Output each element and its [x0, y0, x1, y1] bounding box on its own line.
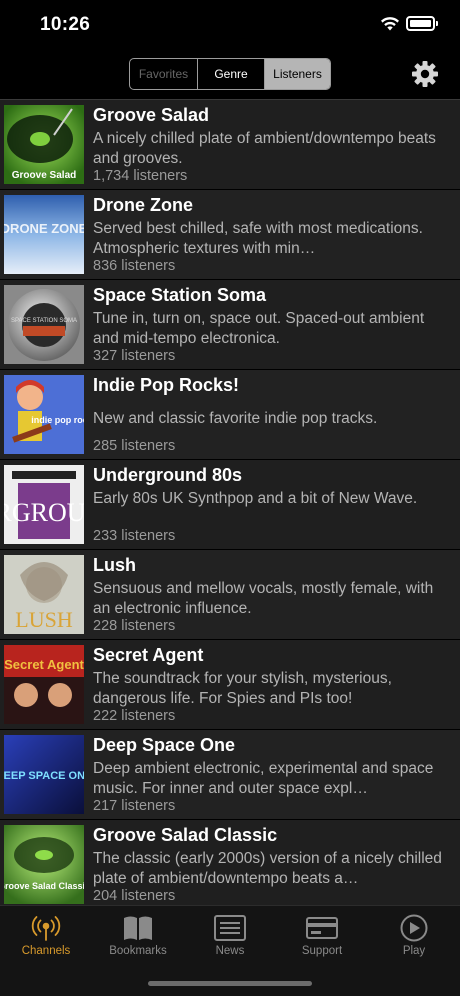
channel-row-space-station-soma[interactable]: SPACE STATION SOMA Space Station Soma Tu…: [0, 280, 460, 370]
art-text: DEEP SPACE ONE: [4, 770, 84, 782]
channel-row-underground-80s[interactable]: UNDERGROUND 80s Underground 80s Early 80…: [0, 460, 460, 550]
channel-description: New and classic favorite indie pop track…: [93, 410, 378, 427]
art-text: UNDERGROUND 80s: [4, 498, 84, 527]
status-bar: 10:26: [0, 0, 460, 50]
home-indicator: [148, 981, 312, 986]
tab-label: Play: [402, 945, 426, 957]
tab-label: News: [215, 945, 245, 957]
channel-title: Drone Zone: [93, 195, 194, 215]
art-text: Groove Salad: [12, 170, 76, 181]
channel-description: The classic (early 2000s) version of a n…: [93, 850, 442, 887]
channel-row-deep-space-one[interactable]: DEEP SPACE ONE Deep Space One Deep ambie…: [0, 730, 460, 820]
channel-art-lush: LUSH: [4, 555, 84, 634]
listener-count: 327 listeners: [93, 348, 176, 364]
segment-favorites[interactable]: Favorites: [130, 59, 198, 89]
channel-row-drone-zone[interactable]: DRONE ZONE Drone Zone Served best chille…: [0, 190, 460, 280]
art-text: SPACE STATION SOMA: [11, 318, 77, 324]
listener-count: 836 listeners: [93, 258, 176, 274]
channel-art-indie-pop-rocks: indie pop rocks!: [4, 375, 84, 454]
tab-support[interactable]: Support: [276, 906, 368, 966]
wifi-icon: [381, 17, 399, 31]
tab-play[interactable]: Play: [368, 906, 460, 966]
channel-row-groove-salad[interactable]: Groove Salad Groove Salad A nicely chill…: [0, 100, 460, 190]
channel-title: Underground 80s: [93, 465, 243, 485]
channel-title: Deep Space One: [93, 735, 236, 755]
listener-count: 204 listeners: [93, 888, 176, 904]
sort-segmented-control[interactable]: Favorites Genre Listeners: [129, 58, 331, 90]
channel-title: Groove Salad: [93, 105, 210, 125]
channel-row-indie-pop-rocks[interactable]: indie pop rocks! Indie Pop Rocks! New an…: [0, 370, 460, 460]
listener-count: 222 listeners: [93, 708, 176, 724]
tab-bookmarks[interactable]: Bookmarks: [92, 906, 184, 966]
channel-art-groove-salad-classic: Groove Salad Classic: [4, 825, 84, 904]
channel-description: Early 80s UK Synthpop and a bit of New W…: [93, 490, 418, 507]
channel-title: Indie Pop Rocks!: [93, 375, 240, 395]
art-text: Secret Agent: [4, 657, 84, 672]
segment-genre[interactable]: Genre: [198, 59, 265, 89]
art-text: indie pop rocks!: [31, 415, 84, 425]
credit-card-icon: [306, 917, 338, 939]
channel-title: Secret Agent: [93, 645, 204, 665]
channel-description: Deep ambient electronic, experimental an…: [93, 760, 434, 797]
listener-count: 1,734 listeners: [93, 168, 188, 184]
art-text: Groove Salad Classic: [4, 881, 84, 891]
listener-count: 217 listeners: [93, 798, 176, 814]
art-text: DRONE ZONE: [4, 221, 84, 236]
channel-art-underground-80s: UNDERGROUND 80s: [4, 465, 84, 544]
channel-art-space-station-soma: SPACE STATION SOMA: [4, 285, 84, 364]
channel-list[interactable]: Groove Salad Groove Salad A nicely chill…: [0, 99, 460, 905]
art-text: LUSH: [15, 607, 73, 632]
tab-news[interactable]: News: [184, 906, 276, 966]
listener-count: 233 listeners: [93, 528, 176, 544]
channel-art-groove-salad: Groove Salad: [4, 105, 84, 184]
channel-art-secret-agent: Secret Agent: [4, 645, 84, 724]
status-time: 10:26: [40, 14, 91, 35]
channel-row-secret-agent[interactable]: Secret Agent Secret Agent The soundtrack…: [0, 640, 460, 730]
channel-description: The soundtrack for your stylish, mysteri…: [93, 670, 392, 707]
channel-description: Served best chilled, safe with most medi…: [93, 220, 423, 257]
channel-row-groove-salad-classic[interactable]: Groove Salad Classic Groove Salad Classi…: [0, 820, 460, 905]
channel-title: Groove Salad Classic: [93, 825, 278, 845]
listener-count: 228 listeners: [93, 618, 176, 634]
channel-description: Tune in, turn on, space out. Spaced-out …: [93, 310, 425, 347]
book-icon: [124, 916, 152, 940]
channel-title: Space Station Soma: [93, 285, 267, 305]
channel-description: A nicely chilled plate of ambient/downte…: [93, 130, 436, 167]
newspaper-icon: [214, 915, 246, 941]
channel-row-lush[interactable]: LUSH Lush Sensuous and mellow vocals, mo…: [0, 550, 460, 640]
channel-art-deep-space-one: DEEP SPACE ONE: [4, 735, 84, 814]
play-circle-icon: [400, 914, 428, 942]
channel-art-drone-zone: DRONE ZONE: [4, 195, 84, 274]
tab-label: Channels: [21, 945, 71, 957]
broadcast-icon: [31, 916, 61, 941]
gear-icon[interactable]: [411, 60, 439, 88]
channel-title: Lush: [93, 555, 136, 575]
segment-listeners[interactable]: Listeners: [265, 59, 330, 89]
listener-count: 285 listeners: [93, 438, 176, 454]
battery-icon: [406, 16, 438, 31]
channel-description: Sensuous and mellow vocals, mostly femal…: [93, 580, 434, 617]
tab-channels[interactable]: Channels: [0, 906, 92, 966]
tab-label: Bookmarks: [109, 945, 167, 957]
tab-label: Support: [301, 945, 343, 957]
